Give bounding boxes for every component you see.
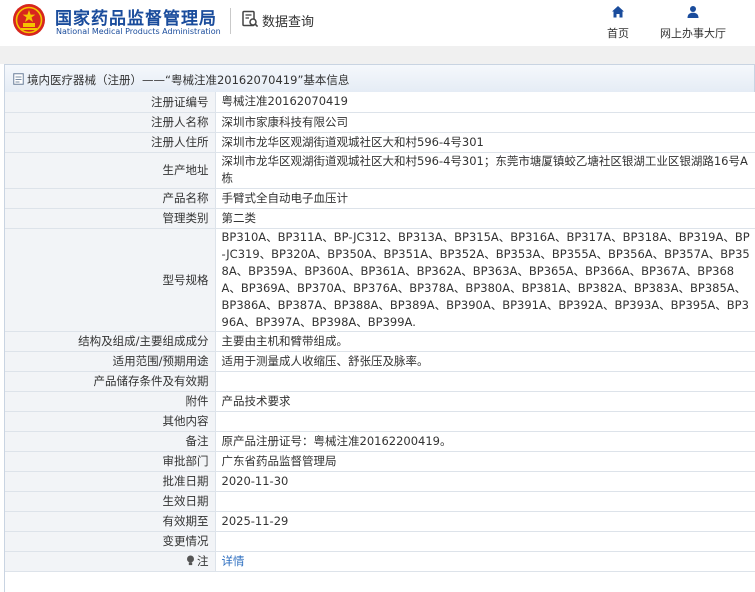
field-label: 管理类别 <box>5 208 216 229</box>
field-value: BP310A、BP311A、BP-JC312、BP313A、BP315A、BP3… <box>215 228 755 332</box>
table-row: 注册人住所 深圳市龙华区观湖街道观城社区大和村596-4号301 <box>5 132 755 153</box>
field-value: 广东省药品监督管理局 <box>215 451 755 472</box>
nav-home[interactable]: 首页 <box>600 5 636 41</box>
nav-home-label: 首页 <box>607 27 629 40</box>
org-name-en: National Medical Products Administration <box>56 27 221 36</box>
field-value: 适用于测量成人收缩压、舒张压及脉率。 <box>215 351 755 372</box>
field-value: 主要由主机和臂带组成。 <box>215 331 755 352</box>
table-row: 其他内容 <box>5 411 755 432</box>
header-spacer <box>0 46 755 64</box>
table-row: 结构及组成/主要组成成分 主要由主机和臂带组成。 <box>5 331 755 352</box>
document-search-icon <box>242 10 259 28</box>
header-divider <box>230 8 231 34</box>
field-label: 批准日期 <box>5 471 216 492</box>
table-row: 注 详情 <box>5 551 755 572</box>
field-label: 审批部门 <box>5 451 216 472</box>
field-value: 深圳市龙华区观湖街道观城社区大和村596-4号301；东莞市塘厦镇蛟乙塘社区银湖… <box>215 152 755 189</box>
user-icon <box>687 6 699 18</box>
details-link[interactable]: 详情 <box>222 554 245 568</box>
field-label: 备注 <box>5 431 216 452</box>
table-row: 注册证编号 粤械注准20162070419 <box>5 92 755 113</box>
field-value: 深圳市家康科技有限公司 <box>215 112 755 133</box>
document-icon <box>13 73 24 85</box>
note-value-cell: 详情 <box>215 551 755 572</box>
table-row: 管理类别 第二类 <box>5 208 755 229</box>
table-row: 生效日期 <box>5 491 755 512</box>
table-row: 附件 产品技术要求 <box>5 391 755 412</box>
nav-online-service-hall[interactable]: 网上办事大厅 <box>650 5 736 41</box>
field-label: 注册人名称 <box>5 112 216 133</box>
field-value: 2025-11-29 <box>215 511 755 532</box>
field-label: 注册证编号 <box>5 92 216 113</box>
field-value: 深圳市龙华区观湖街道观城社区大和村596-4号301 <box>215 132 755 153</box>
data-query-label: 数据查询 <box>262 15 315 30</box>
field-label: 生效日期 <box>5 491 216 512</box>
field-label: 其他内容 <box>5 411 216 432</box>
table-row: 适用范围/预期用途 适用于测量成人收缩压、舒张压及脉率。 <box>5 351 755 372</box>
field-label: 生产地址 <box>5 152 216 189</box>
table-row: 批准日期 2020-11-30 <box>5 471 755 492</box>
lightbulb-icon <box>187 555 194 566</box>
field-value: 手臂式全自动电子血压计 <box>215 188 755 209</box>
detail-title-bar: 境内医疗器械（注册）——“粤械注准20162070419”基本信息 <box>4 64 755 92</box>
field-label: 附件 <box>5 391 216 412</box>
table-row: 有效期至 2025-11-29 <box>5 511 755 532</box>
table-row: 备注 原产品注册证号：粤械注准20162200419。 <box>5 431 755 452</box>
field-value: 粤械注准20162070419 <box>215 92 755 113</box>
field-value <box>215 411 755 432</box>
table-row: 生产地址 深圳市龙华区观湖街道观城社区大和村596-4号301；东莞市塘厦镇蛟乙… <box>5 152 755 189</box>
field-value: 产品技术要求 <box>215 391 755 412</box>
field-label: 变更情况 <box>5 531 216 552</box>
table-row: 产品名称 手臂式全自动电子血压计 <box>5 188 755 209</box>
note-label-cell: 注 <box>5 551 216 572</box>
field-label: 产品名称 <box>5 188 216 209</box>
field-value <box>215 491 755 512</box>
national-emblem-logo <box>13 4 45 36</box>
site-header: 国家药品监督管理局 National Medical Products Admi… <box>0 0 755 46</box>
note-label: 注 <box>197 554 209 568</box>
table-row: 注册人名称 深圳市家康科技有限公司 <box>5 112 755 133</box>
field-label: 适用范围/预期用途 <box>5 351 216 372</box>
field-value <box>215 531 755 552</box>
field-value: 2020-11-30 <box>215 471 755 492</box>
field-label: 型号规格 <box>5 228 216 332</box>
nav-online-service-hall-label: 网上办事大厅 <box>660 27 726 40</box>
field-label: 结构及组成/主要组成成分 <box>5 331 216 352</box>
field-label: 有效期至 <box>5 511 216 532</box>
field-value: 原产品注册证号：粤械注准20162200419。 <box>215 431 755 452</box>
field-label: 产品储存条件及有效期 <box>5 371 216 392</box>
field-label: 注册人住所 <box>5 132 216 153</box>
table-row: 变更情况 <box>5 531 755 552</box>
org-name-cn: 国家药品监督管理局 <box>55 9 217 29</box>
table-row: 审批部门 广东省药品监督管理局 <box>5 451 755 472</box>
table-row: 型号规格 BP310A、BP311A、BP-JC312、BP313A、BP315… <box>5 228 755 332</box>
detail-title: 境内医疗器械（注册）——“粤械注准20162070419”基本信息 <box>27 73 350 87</box>
table-row: 产品储存条件及有效期 <box>5 371 755 392</box>
home-icon <box>612 6 624 18</box>
detail-table: 注册证编号 粤械注准20162070419 注册人名称 深圳市家康科技有限公司 … <box>4 92 755 592</box>
field-value: 第二类 <box>215 208 755 229</box>
field-value <box>215 371 755 392</box>
